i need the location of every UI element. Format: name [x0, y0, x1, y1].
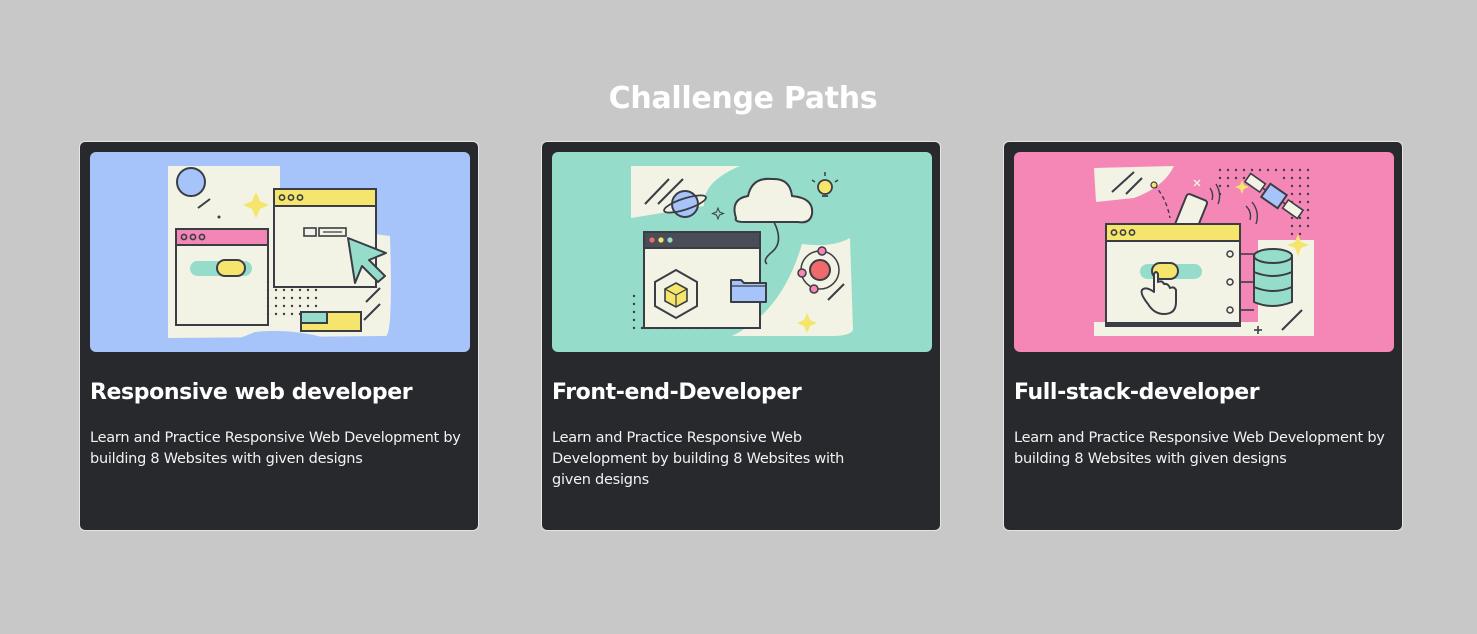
full-stack-illustration	[1014, 152, 1394, 352]
card-title: Front-end-Developer	[552, 380, 802, 405]
responsive-web-illustration	[90, 152, 470, 352]
card-description: Learn and Practice Responsive Web Develo…	[90, 430, 461, 467]
front-end-illustration	[552, 152, 932, 352]
challenge-card-responsive[interactable]: Responsive web developer Learn and Pract…	[79, 141, 479, 531]
card-description: Learn and Practice Responsive Web Develo…	[1014, 430, 1385, 467]
card-title: Responsive web developer	[90, 380, 413, 405]
page-title: Challenge Paths	[608, 81, 878, 116]
challenge-cards: Responsive web developer Learn and Pract…	[79, 141, 1403, 531]
challenge-card-front-end[interactable]: Front-end-Developer Learn and Practice R…	[541, 141, 941, 531]
card-description: Learn and Practice Responsive Web Develo…	[552, 430, 845, 488]
card-title: Full-stack-developer	[1014, 380, 1260, 405]
challenge-card-full-stack[interactable]: Full-stack-developer Learn and Practice …	[1003, 141, 1403, 531]
